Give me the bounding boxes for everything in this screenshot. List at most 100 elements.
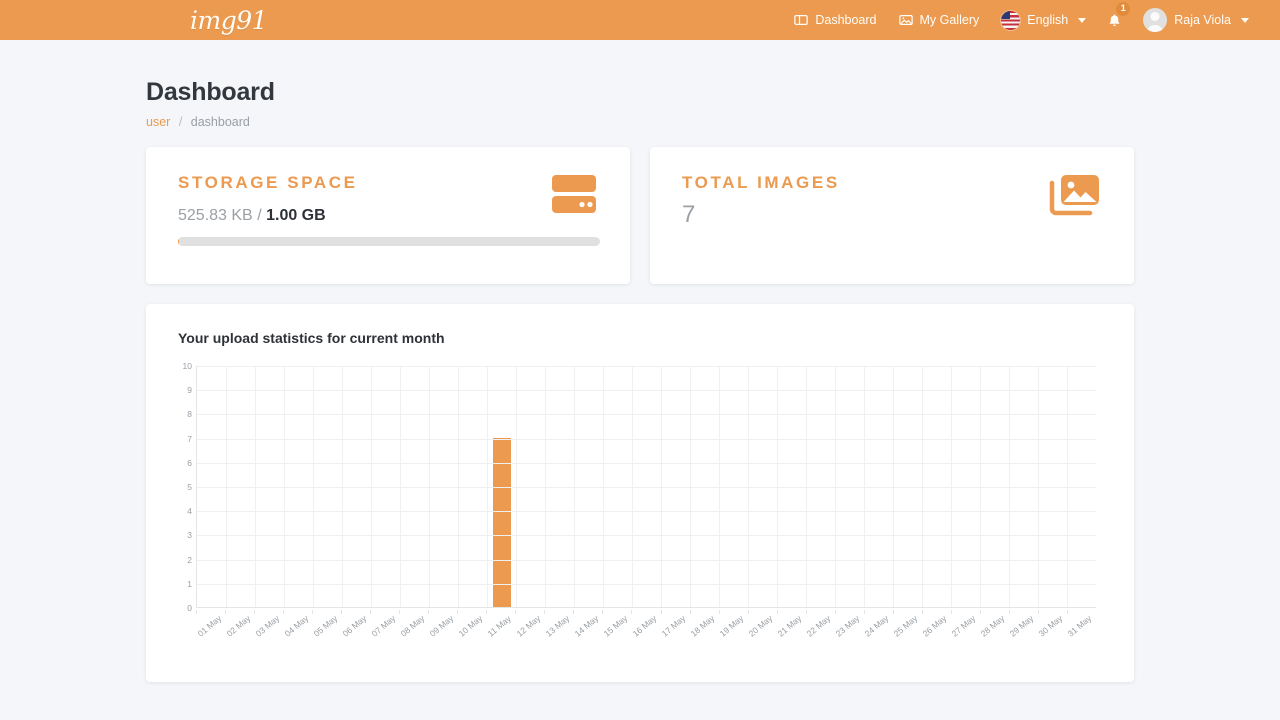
x-tick [515, 610, 517, 614]
x-tick-label: 16 May [630, 613, 659, 639]
chart-y-axis: 0 1 2 3 4 5 6 7 8 9 10 [178, 361, 196, 613]
x-tick [747, 610, 749, 614]
x-tick [457, 610, 459, 614]
x-tick [341, 610, 343, 614]
columns-icon [794, 13, 809, 27]
breadcrumb-separator: / [178, 115, 183, 129]
storage-used: 525.83 KB [178, 207, 253, 224]
x-tick-label: 21 May [775, 613, 804, 639]
avatar [1143, 8, 1168, 32]
x-tick-label: 02 May [224, 613, 252, 639]
gridline-vertical [371, 366, 372, 607]
user-name-label: Raja Viola [1174, 13, 1231, 27]
x-tick [1037, 610, 1039, 614]
gridline-horizontal [197, 390, 1096, 392]
top-navbar: img91 Dashboard My Gallery English 1 Raj… [0, 0, 1280, 40]
brand-logo[interactable]: img91 [190, 0, 268, 40]
breadcrumb-link-user[interactable]: user [146, 115, 170, 129]
x-tick-label: 31 May [1066, 613, 1094, 639]
gridline-vertical [748, 366, 749, 607]
y-tick-label: 7 [187, 433, 192, 444]
x-tick-label: 13 May [543, 613, 572, 639]
y-tick-label: 6 [187, 457, 192, 468]
x-tick [196, 610, 197, 614]
y-tick-label: 9 [187, 385, 192, 396]
user-menu[interactable]: Raja Viola [1132, 0, 1260, 40]
gridline-vertical [313, 366, 314, 607]
gridline-horizontal [197, 462, 1096, 464]
gridline-vertical [864, 366, 865, 607]
navbar-right-group: Dashboard My Gallery English 1 Raja Viol… [783, 0, 1260, 40]
page-title: Dashboard [146, 78, 275, 106]
gridline-horizontal [197, 414, 1096, 416]
gridline-horizontal [197, 559, 1096, 561]
gridline-vertical [284, 366, 285, 607]
x-tick [1008, 610, 1010, 614]
gridline-horizontal [197, 535, 1096, 537]
x-tick-label: 18 May [688, 613, 717, 639]
gridline-vertical [458, 366, 459, 607]
x-tick [776, 610, 778, 614]
gridline-vertical [516, 366, 517, 607]
gridline-vertical [1038, 366, 1039, 607]
nav-item-dashboard[interactable]: Dashboard [783, 0, 887, 40]
gridline-vertical [429, 366, 430, 607]
breadcrumb: user / dashboard [146, 115, 1134, 129]
gridline-vertical [806, 366, 807, 607]
x-tick-label: 01 May [195, 613, 223, 639]
chevron-down-icon [1241, 17, 1249, 23]
chart-x-axis: 01 May 02 May 03 May 04 May 05 May 06 May 07 M… [195, 610, 1096, 660]
x-tick [689, 610, 691, 614]
image-icon [898, 13, 913, 27]
x-tick-label: 14 May [572, 613, 601, 639]
gridline-vertical [690, 366, 691, 607]
x-tick-label: 19 May [717, 613, 746, 639]
notifications-button[interactable]: 1 [1097, 0, 1132, 40]
x-tick-label: 12 May [514, 613, 543, 639]
y-tick-label: 2 [187, 554, 192, 565]
x-tick [428, 610, 430, 614]
gridline-horizontal [197, 511, 1096, 513]
x-tick-label: 27 May [949, 613, 978, 639]
nav-label-dashboard: Dashboard [815, 13, 877, 27]
chevron-down-icon [1078, 17, 1087, 23]
language-selector[interactable]: English [990, 0, 1097, 40]
y-tick-label: 8 [187, 409, 192, 420]
x-tick-label: 25 May [891, 613, 920, 639]
y-tick-label: 5 [187, 482, 192, 492]
x-tick-label: 20 May [746, 613, 775, 639]
storage-separator: / [257, 207, 262, 224]
gridline-vertical [545, 366, 546, 607]
chart-area: 0 1 2 3 4 5 6 7 8 9 10 01 May 02 May 03 May 04 May 05 … [178, 361, 1104, 666]
server-icon [550, 173, 598, 222]
total-images-card: TOTAL IMAGES 7 [650, 147, 1134, 284]
x-tick-label: 03 May [253, 613, 281, 639]
breadcrumb-current: dashboard [190, 115, 250, 129]
x-tick [544, 610, 546, 614]
photo-library-icon [1048, 173, 1102, 224]
us-flag-icon [1001, 10, 1021, 30]
gridline-vertical [574, 366, 575, 607]
page-content: Dashboard user / dashboard STORAGE SPACE… [0, 40, 1280, 682]
x-tick [486, 610, 488, 614]
x-tick-label: 08 May [398, 613, 427, 639]
gridline-vertical [342, 366, 343, 607]
gridline-vertical [980, 366, 981, 607]
gridline-horizontal [197, 438, 1096, 440]
x-tick-label: 11 May [485, 613, 513, 639]
storage-space-card: STORAGE SPACE 525.83 KB / 1.00 GB [146, 147, 630, 284]
y-tick-label: 1 [187, 578, 192, 589]
x-tick-label: 22 May [804, 613, 833, 639]
x-tick [1066, 610, 1068, 614]
x-tick-label: 23 May [833, 613, 862, 639]
storage-total: 1.00 GB [266, 207, 326, 224]
upload-statistics-card: Your upload statistics for current month… [146, 304, 1134, 682]
x-tick-label: 09 May [427, 613, 456, 639]
x-tick [225, 610, 227, 614]
x-tick-label: 28 May [978, 613, 1007, 639]
x-tick [921, 610, 923, 614]
nav-label-my-gallery: My Gallery [919, 13, 980, 27]
gridline-vertical [922, 366, 923, 607]
nav-item-my-gallery[interactable]: My Gallery [888, 0, 991, 40]
x-tick [979, 610, 981, 614]
